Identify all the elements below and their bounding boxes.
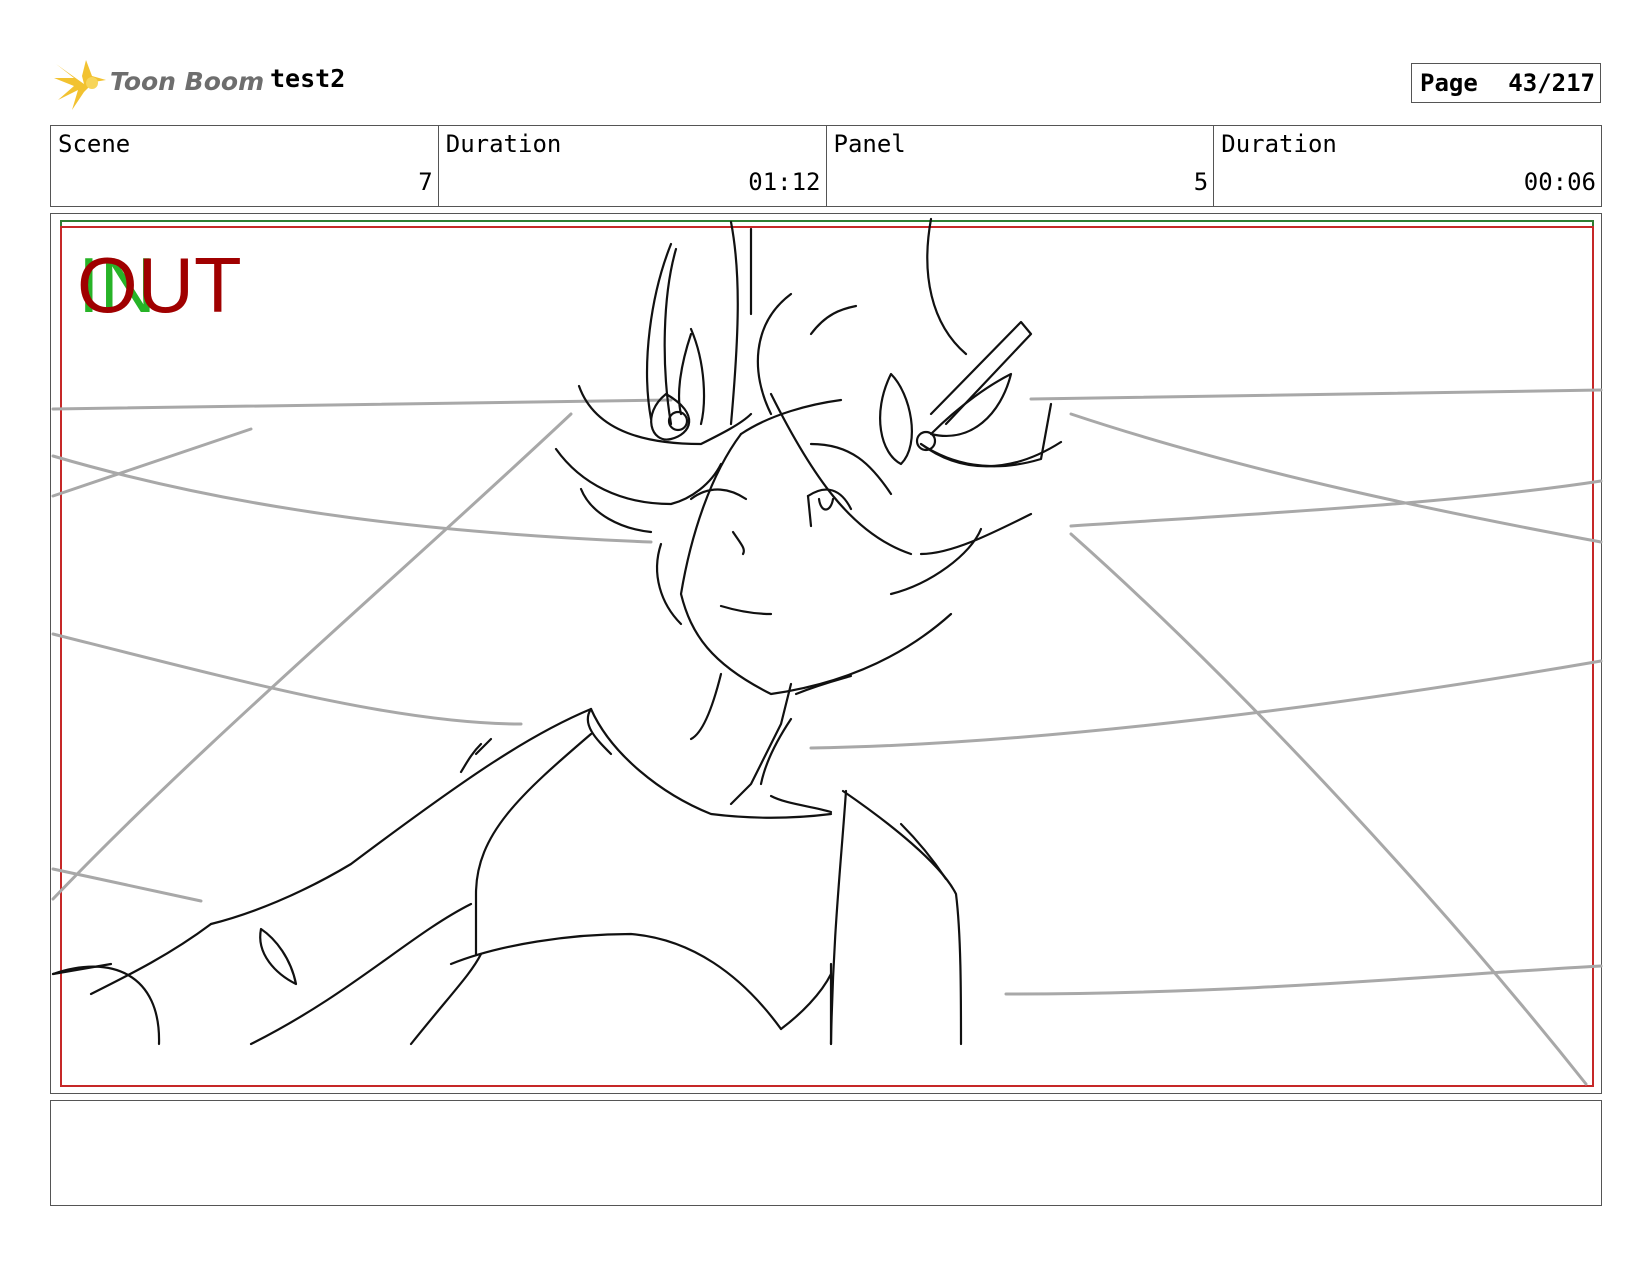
panel-duration-value: 00:06: [1523, 168, 1596, 196]
scene-label: Scene: [58, 130, 131, 158]
panel-label: Panel: [833, 130, 906, 158]
panel-cell: Panel 5: [827, 126, 1215, 206]
page-indicator: Page 43/217: [1411, 63, 1601, 103]
storyboard-panel: [50, 213, 1603, 1094]
scene-cell: Scene 7: [51, 126, 439, 206]
starburst-icon: [54, 60, 106, 110]
out-marker: OUT: [77, 241, 242, 329]
page-number: 43/217: [1508, 69, 1595, 97]
panel-sketch: [51, 217, 1603, 1087]
brand-name: Toon Boom: [110, 67, 265, 96]
panel-duration-label: Duration: [1221, 130, 1337, 158]
scene-duration-value: 01:12: [748, 168, 821, 196]
scene-duration-label: Duration: [445, 130, 562, 158]
camera-frame: [60, 226, 1594, 1087]
page-label: Page: [1420, 69, 1478, 97]
scene-value: 7: [418, 168, 433, 196]
scene-duration-cell: Duration 01:12: [439, 126, 827, 206]
panel-info-bar: Scene 7 Duration 01:12 Panel 5 Duration …: [50, 125, 1602, 207]
panel-notes-box: [50, 1100, 1602, 1206]
project-title: test2: [270, 64, 346, 93]
safe-frame: [60, 220, 1594, 1087]
character-sketch: [51, 217, 1063, 1046]
panel-duration-cell: Duration 00:06: [1214, 126, 1601, 206]
panel-value: 5: [1193, 168, 1209, 196]
toon-boom-logo: Toon Boom: [54, 56, 264, 112]
